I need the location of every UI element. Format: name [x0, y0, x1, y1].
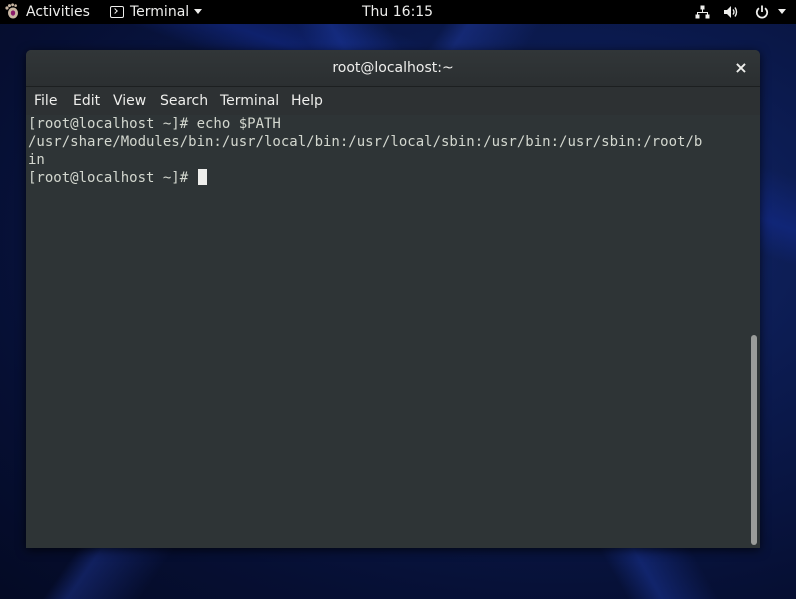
terminal-prompt: [root@localhost ~]#	[28, 170, 197, 186]
window-title: root@localhost:~	[332, 60, 454, 76]
menu-bar: File Edit View Search Terminal Help	[26, 87, 760, 115]
terminal-line: [root@localhost ~]# echo $PATH	[28, 116, 281, 132]
menu-terminal[interactable]: Terminal	[220, 87, 279, 115]
menu-file[interactable]: File	[34, 87, 57, 115]
terminal-window: root@localhost:~ × File Edit View Search…	[26, 50, 760, 548]
power-icon	[755, 5, 768, 19]
activities-button[interactable]: Activities	[4, 0, 90, 24]
volume-icon	[724, 6, 738, 18]
clock[interactable]: Thu 16:15	[362, 0, 433, 24]
gnome-foot-icon	[5, 3, 18, 19]
desktop-background: Activities Terminal Thu 16:15 root@local…	[0, 0, 796, 599]
terminal-line: /usr/share/Modules/bin:/usr/local/bin:/u…	[28, 134, 703, 150]
app-menu-label: Terminal	[130, 4, 190, 20]
terminal-prompt-line: [root@localhost ~]#	[28, 169, 207, 187]
menu-view[interactable]: View	[113, 87, 146, 115]
system-status-menu[interactable]	[685, 0, 786, 24]
scrollbar-thumb[interactable]	[751, 335, 757, 545]
terminal-line: in	[28, 152, 45, 168]
top-bar: Activities Terminal Thu 16:15	[0, 0, 796, 24]
network-icon	[695, 5, 710, 19]
caret-down-icon	[194, 9, 203, 14]
menu-edit[interactable]: Edit	[73, 87, 100, 115]
window-titlebar[interactable]: root@localhost:~ ×	[26, 50, 760, 87]
menu-search[interactable]: Search	[160, 87, 208, 115]
terminal-icon	[110, 6, 124, 18]
activities-label: Activities	[26, 4, 90, 20]
app-menu-button[interactable]: Terminal	[110, 0, 203, 24]
menu-help[interactable]: Help	[291, 87, 323, 115]
scrollbar[interactable]	[748, 115, 760, 548]
chevron-down-icon	[778, 9, 786, 14]
close-button[interactable]: ×	[732, 59, 750, 77]
terminal-cursor	[197, 169, 207, 185]
terminal-output[interactable]: [root@localhost ~]# echo $PATH /usr/shar…	[26, 115, 748, 548]
